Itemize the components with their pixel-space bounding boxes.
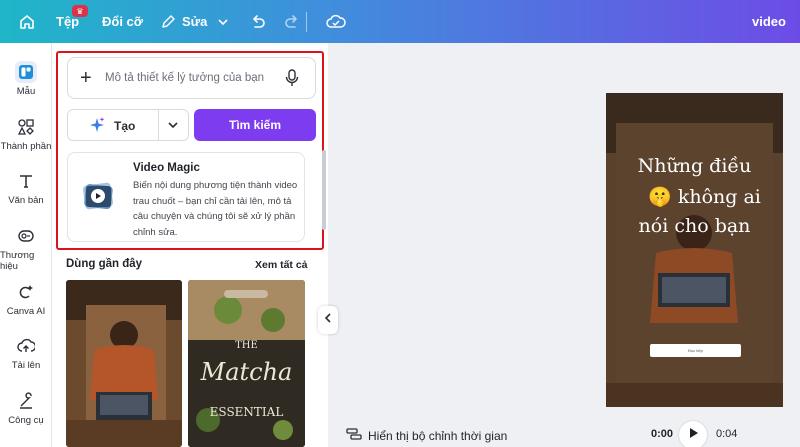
rail-item-brand[interactable]: Thương hiệu [0,225,52,272]
resize-label: Đổi cỡ [102,14,144,29]
panel-scrollbar[interactable] [322,150,326,230]
top-bar: Tệp ♛ Đổi cỡ Sửa video [0,0,800,43]
rail-item-label: Tải lên [11,360,41,371]
current-time: 0:00 [651,428,674,440]
timeline-icon [346,427,362,444]
undo-button[interactable] [248,0,268,43]
document-title[interactable]: video [752,0,786,43]
document-title-text: video [752,14,786,29]
cloud-check-icon [326,12,346,32]
redo-icon [282,12,302,32]
shush-emoji: 🤫 [648,186,672,208]
play-button[interactable] [679,421,707,447]
rail-item-templates[interactable]: Mẫu [0,61,52,97]
resize-button[interactable]: Đổi cỡ [102,0,143,43]
canvas-heading-line2-text: không ai [677,186,761,208]
timeline-label: Hiển thị bộ chỉnh thời gian [368,428,508,443]
design-canvas[interactable]: Những điều 🤫 không ai nói cho bạn Đọc ti… [606,93,783,407]
canvas-heading-line2: 🤫 không ai [616,185,783,208]
rail-item-label: Thương hiệu [0,250,35,272]
premium-badge: ♛ [72,5,88,17]
canvas-cta-button: Đọc tiếp [650,344,741,357]
rail-item-upload[interactable]: Tải lên [0,335,52,371]
rail-item-label: Thành phần [0,141,52,152]
rail-item-tools[interactable]: Công cụ [0,390,52,426]
undo-icon [248,12,268,32]
highlight-box [56,51,324,250]
cloud-save-button[interactable] [326,0,346,43]
thumb-text-line1: THE [235,340,258,351]
home-icon [17,12,37,32]
rail-item-elements[interactable]: Thành phần [0,116,52,152]
canvas-heading-line3: nói cho bạn [638,215,751,237]
recent-template-thumbnail[interactable]: THE Matcha ESSENTIAL [188,280,305,447]
brand-icon [15,225,37,247]
edit-label: Sửa [182,14,208,29]
rail-item-label: Canva AI [6,306,46,317]
recent-template-thumbnail[interactable] [66,280,182,447]
chevron-down-icon [213,12,233,32]
canvas-heading-line1: Những điều [637,155,752,177]
templates-icon [15,61,37,83]
rail-item-text[interactable]: Văn bản [0,170,52,206]
redo-button[interactable] [282,0,302,43]
upload-icon [15,335,37,357]
tools-icon [15,390,37,412]
canva-ai-icon [15,281,37,303]
pencil-icon [158,12,178,32]
thumb-text-line3: ESSENTIAL [209,405,284,419]
elements-icon [15,116,37,138]
total-time: 0:04 [716,428,738,440]
show-timeline-button[interactable]: Hiển thị bộ chỉnh thời gian [346,427,507,444]
chevron-left-icon [323,311,333,329]
rail-item-label: Văn bản [8,195,44,206]
recent-heading: Dùng gần đây [66,258,143,270]
home-button[interactable] [17,0,37,43]
rail-item-canva-ai[interactable]: Canva AI [0,281,52,317]
rail-item-label: Công cụ [8,415,44,426]
edit-menu[interactable]: Sửa [158,0,233,43]
rail-item-label: Mẫu [16,86,36,97]
play-icon [687,426,699,444]
see-all-link[interactable]: Xem tất cả [255,259,308,271]
thumb-text-line2: Matcha [200,358,293,386]
text-icon [15,170,37,192]
collapse-panel-button[interactable] [318,306,338,334]
toolbar-divider [306,12,307,32]
